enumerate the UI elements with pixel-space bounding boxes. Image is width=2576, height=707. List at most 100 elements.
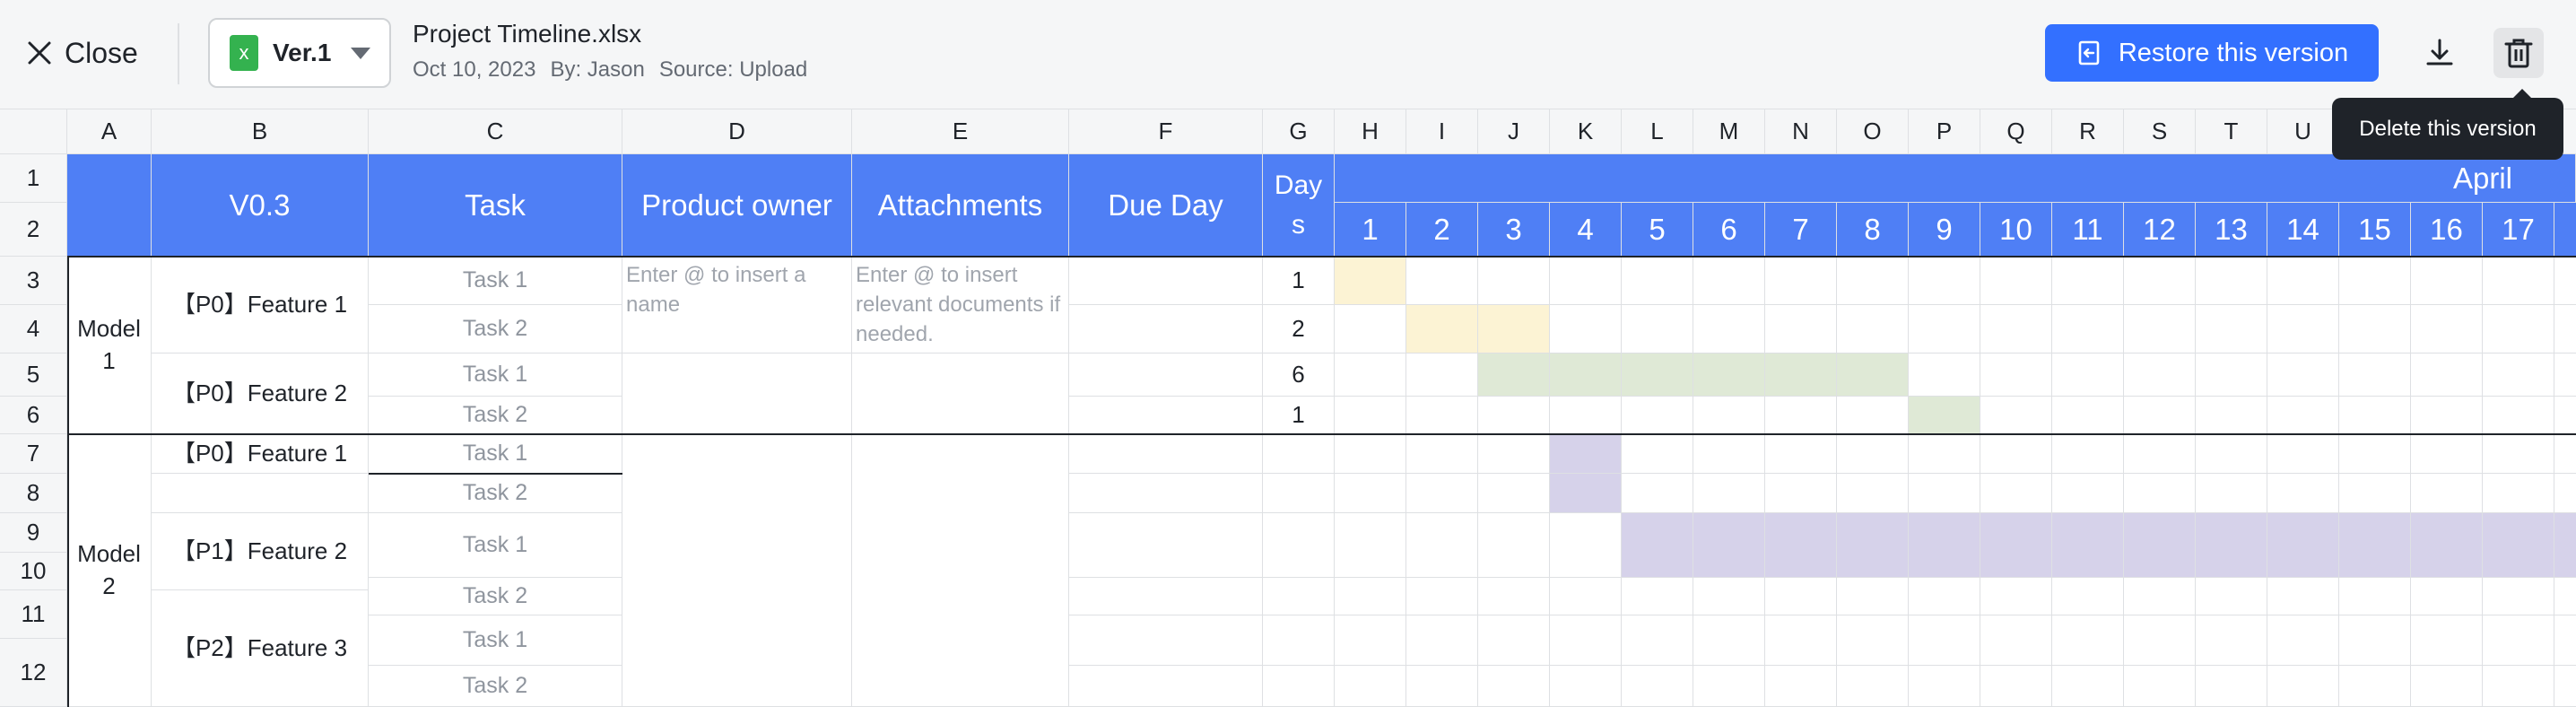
gantt-cell[interactable] xyxy=(1909,257,1980,305)
gantt-cell[interactable] xyxy=(1550,397,1622,434)
gantt-cell[interactable] xyxy=(2052,578,2124,615)
gantt-cell[interactable] xyxy=(1478,397,1550,434)
gantt-cell[interactable] xyxy=(1335,474,1406,513)
gantt-cell[interactable] xyxy=(2124,474,2196,513)
gantt-bar-cell[interactable] xyxy=(1550,354,1622,397)
column-header-r[interactable]: R xyxy=(2052,109,2124,154)
gantt-cell[interactable] xyxy=(2339,434,2411,474)
task-cell[interactable]: Task 2 xyxy=(369,397,622,434)
header-day-16[interactable]: 16 xyxy=(2411,203,2483,257)
gantt-cell[interactable] xyxy=(1693,578,1765,615)
column-header-j[interactable]: J xyxy=(1478,109,1550,154)
gantt-cell[interactable] xyxy=(2339,666,2411,707)
column-header-g[interactable]: G xyxy=(1263,109,1335,154)
header-task[interactable]: Task xyxy=(369,154,622,257)
feature-cell[interactable]: 【P0】Feature 1 xyxy=(152,434,369,474)
gantt-cell[interactable] xyxy=(1550,513,1622,578)
gantt-cell[interactable] xyxy=(2267,578,2339,615)
gantt-cell[interactable] xyxy=(1837,397,1909,434)
gantt-cell[interactable] xyxy=(2124,354,2196,397)
column-header-n[interactable]: N xyxy=(1765,109,1837,154)
gantt-cell[interactable] xyxy=(1335,434,1406,474)
gantt-cell[interactable] xyxy=(1765,434,1837,474)
gantt-cell[interactable] xyxy=(1478,474,1550,513)
gantt-cell[interactable] xyxy=(1765,257,1837,305)
header-day-10[interactable]: 10 xyxy=(1980,203,2052,257)
gantt-cell[interactable] xyxy=(2052,474,2124,513)
gantt-bar-cell[interactable] xyxy=(2124,513,2196,578)
gantt-cell[interactable] xyxy=(1837,257,1909,305)
task-cell[interactable]: Task 1 xyxy=(369,513,622,578)
gantt-cell[interactable] xyxy=(1406,397,1478,434)
gantt-bar-cell[interactable] xyxy=(1406,305,1478,354)
gantt-bar-cell[interactable] xyxy=(2196,513,2267,578)
gantt-cell[interactable] xyxy=(1837,434,1909,474)
attachments-cell[interactable]: Enter @ to insert relevant documents if … xyxy=(852,257,1069,354)
gantt-cell[interactable] xyxy=(1909,578,1980,615)
gantt-cell[interactable] xyxy=(2339,305,2411,354)
column-header-s[interactable]: S xyxy=(2124,109,2196,154)
spreadsheet-grid[interactable]: A B C D E F G H I J K L M N O P Q R S T … xyxy=(0,109,2576,707)
gantt-cell[interactable] xyxy=(2411,434,2483,474)
gantt-bar-cell[interactable] xyxy=(1622,513,1693,578)
gantt-cell[interactable] xyxy=(2052,434,2124,474)
header-day-1[interactable]: 1 xyxy=(1335,203,1406,257)
gantt-cell[interactable] xyxy=(1980,615,2052,666)
gantt-cell[interactable] xyxy=(2267,305,2339,354)
gantt-cell[interactable] xyxy=(1765,615,1837,666)
gantt-cell[interactable] xyxy=(1478,434,1550,474)
header-day-7[interactable]: 7 xyxy=(1765,203,1837,257)
gantt-bar-cell[interactable] xyxy=(2052,513,2124,578)
gantt-cell[interactable] xyxy=(1478,666,1550,707)
gantt-cell[interactable] xyxy=(1765,305,1837,354)
gantt-cell[interactable] xyxy=(1693,257,1765,305)
gantt-cell[interactable] xyxy=(1980,666,2052,707)
gantt-cell[interactable] xyxy=(2196,354,2267,397)
row-header-8[interactable]: 8 xyxy=(0,474,67,513)
gantt-cell[interactable] xyxy=(1550,305,1622,354)
gantt-bar-cell[interactable] xyxy=(1980,513,2052,578)
gantt-cell[interactable] xyxy=(2339,397,2411,434)
header-attachments[interactable]: Attachments xyxy=(852,154,1069,257)
gantt-cell[interactable] xyxy=(2483,578,2554,615)
header-day-13[interactable]: 13 xyxy=(2196,203,2267,257)
gantt-cell[interactable] xyxy=(2554,578,2576,615)
gantt-cell[interactable] xyxy=(1765,578,1837,615)
gantt-cell[interactable] xyxy=(2052,305,2124,354)
gantt-cell[interactable] xyxy=(1765,666,1837,707)
feature-cell[interactable]: 【P2】Feature 3 xyxy=(152,590,369,707)
gantt-cell[interactable] xyxy=(1622,434,1693,474)
gantt-cell[interactable] xyxy=(2196,615,2267,666)
task-cell[interactable]: Task 2 xyxy=(369,474,622,513)
gantt-cell[interactable] xyxy=(2411,257,2483,305)
gantt-cell[interactable] xyxy=(1406,666,1478,707)
header-day-2[interactable]: 2 xyxy=(1406,203,1478,257)
download-button[interactable] xyxy=(2415,28,2465,78)
due-day-cell[interactable] xyxy=(1069,666,1263,707)
gantt-cell[interactable] xyxy=(2483,257,2554,305)
gantt-bar-cell[interactable] xyxy=(1335,257,1406,305)
gantt-bar-cell[interactable] xyxy=(1550,434,1622,474)
gantt-cell[interactable] xyxy=(2339,257,2411,305)
gantt-cell[interactable] xyxy=(2052,397,2124,434)
gantt-cell[interactable] xyxy=(2339,354,2411,397)
gantt-bar-cell[interactable] xyxy=(1693,354,1765,397)
gantt-cell[interactable] xyxy=(2554,666,2576,707)
gantt-cell[interactable] xyxy=(1406,513,1478,578)
header-day-6[interactable]: 6 xyxy=(1693,203,1765,257)
gantt-cell[interactable] xyxy=(2339,578,2411,615)
gantt-cell[interactable] xyxy=(2554,474,2576,513)
due-day-cell[interactable] xyxy=(1069,397,1263,434)
gantt-cell[interactable] xyxy=(1837,578,1909,615)
version-dropdown[interactable]: x Ver.1 xyxy=(208,18,391,88)
row-header-4[interactable]: 4 xyxy=(0,305,67,354)
gantt-cell[interactable] xyxy=(1406,434,1478,474)
gantt-cell[interactable] xyxy=(2124,305,2196,354)
column-header-l[interactable]: L xyxy=(1622,109,1693,154)
model-2-cell[interactable]: Model 2 xyxy=(67,434,152,707)
gantt-cell[interactable] xyxy=(2124,615,2196,666)
close-button[interactable]: Close xyxy=(27,32,138,74)
gantt-cell[interactable] xyxy=(1622,474,1693,513)
gantt-cell[interactable] xyxy=(1837,474,1909,513)
delete-version-button[interactable] xyxy=(2493,28,2544,78)
